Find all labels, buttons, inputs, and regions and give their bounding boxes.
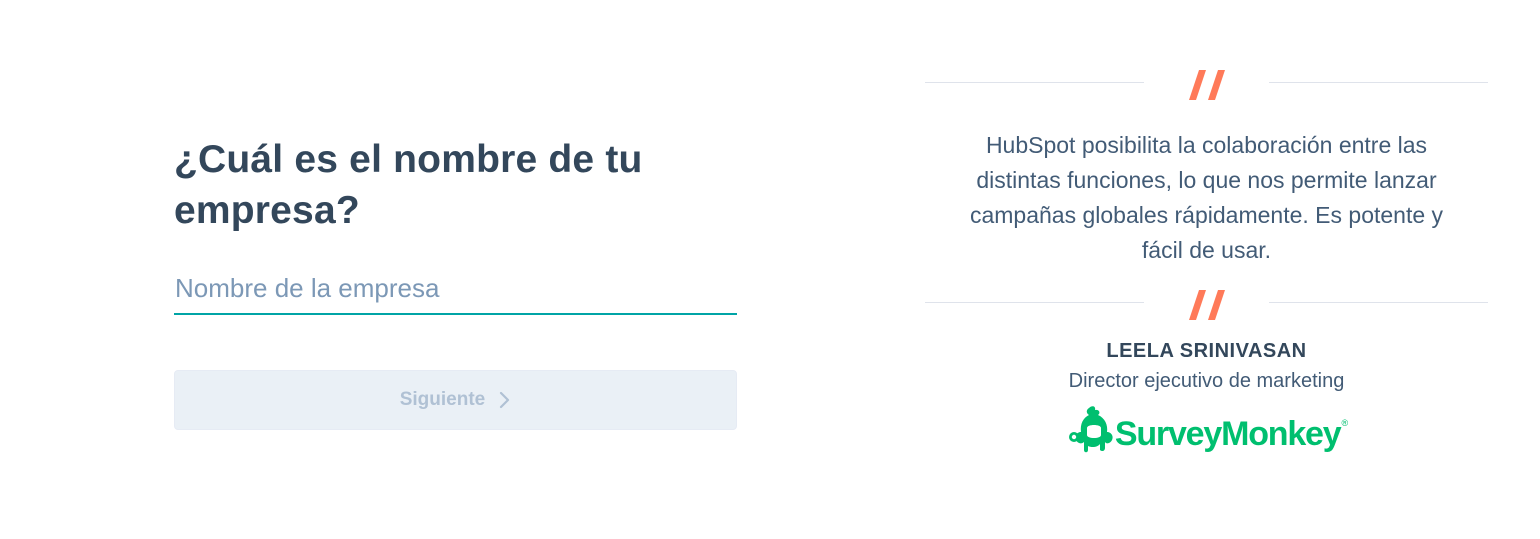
page-title: ¿Cuál es el nombre de tu empresa? (174, 138, 643, 232)
person-role: Director ejecutivo de marketing (1068, 370, 1345, 392)
surveymonkey-logo: SurveyMonkey ® (1065, 404, 1348, 454)
quote-divider-bottom (925, 280, 1488, 328)
company-name-form: ¿Cuál es el nombre de tu empresa? Siguie… (174, 134, 737, 430)
person-name: LEELA SRINIVASAN (1106, 340, 1307, 362)
company-name-input[interactable] (174, 268, 737, 315)
testimonial-attribution: LEELA SRINIVASAN Director ejecutivo de m… (925, 336, 1488, 459)
quote-mark-icon (1187, 68, 1227, 102)
chevron-right-icon (499, 391, 511, 409)
quote-mark-icon (1187, 288, 1227, 322)
next-button[interactable]: Siguiente (174, 370, 737, 430)
surveymonkey-monkey-icon (1065, 404, 1117, 454)
next-button-label: Siguiente (399, 389, 486, 410)
testimonial: HubSpot posibilita la colaboración entre… (925, 60, 1488, 459)
surveymonkey-wordmark: SurveyMonkey (1114, 415, 1342, 453)
registered-mark: ® (1341, 418, 1349, 428)
testimonial-quote: HubSpot posibilita la colaboración entre… (969, 132, 1444, 263)
quote-divider-top (925, 60, 1488, 108)
